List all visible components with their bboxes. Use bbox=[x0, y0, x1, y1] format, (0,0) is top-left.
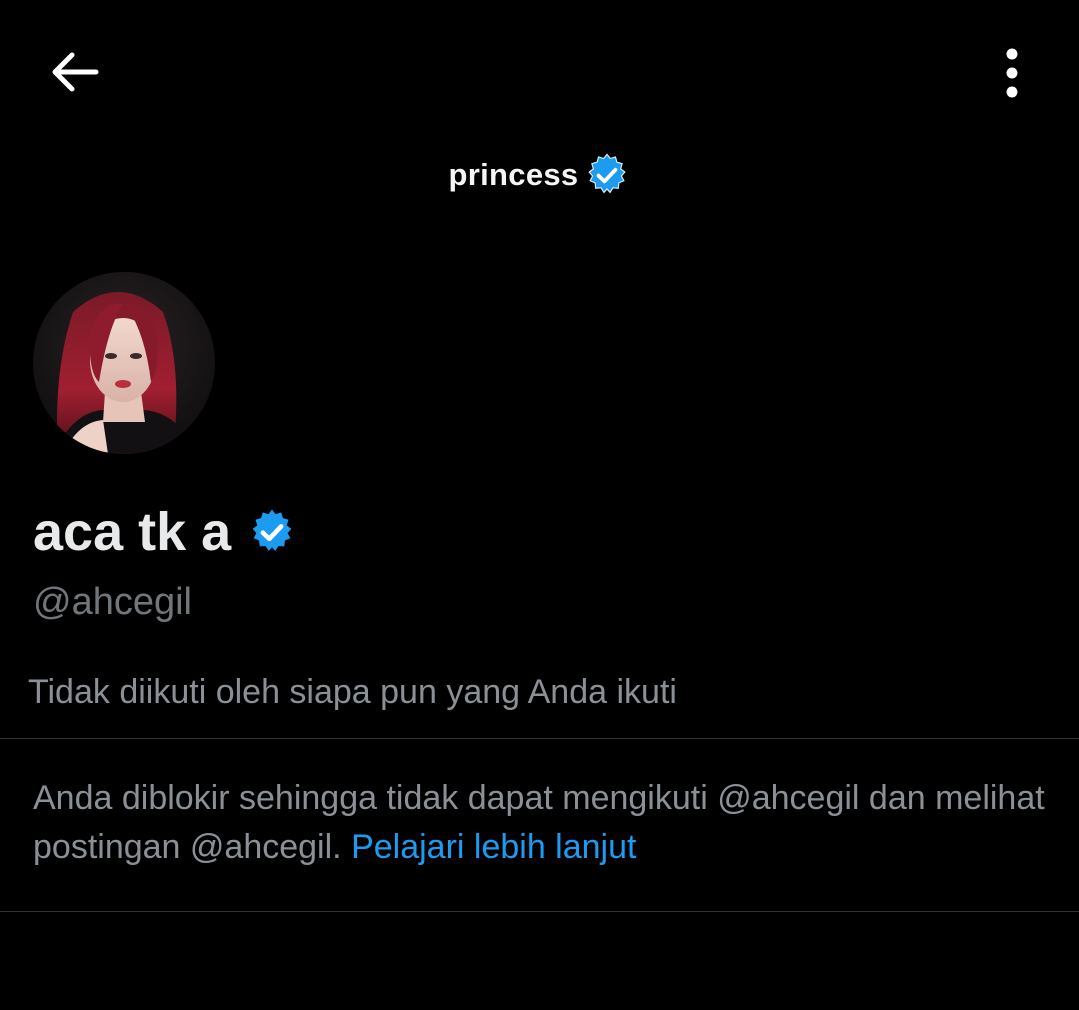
divider bbox=[0, 911, 1079, 912]
more-options-button[interactable] bbox=[984, 40, 1040, 104]
back-button[interactable] bbox=[44, 44, 104, 100]
more-vertical-icon bbox=[1006, 48, 1018, 98]
banner-title: princess bbox=[0, 152, 1079, 198]
verified-badge-icon[interactable] bbox=[247, 507, 297, 557]
display-name: aca tk a bbox=[33, 502, 232, 562]
banner-title-text: princess bbox=[448, 157, 579, 192]
arrow-left-icon bbox=[52, 52, 99, 92]
display-name-row: aca tk a bbox=[33, 500, 297, 564]
verified-badge-icon bbox=[588, 153, 627, 194]
divider bbox=[0, 738, 1079, 739]
avatar[interactable] bbox=[33, 272, 215, 454]
handle: @ahcegil bbox=[33, 581, 192, 623]
blocked-notice: Anda diblokir sehingga tidak dapat mengi… bbox=[33, 774, 1053, 872]
avatar-image bbox=[33, 272, 215, 454]
followed-by-text: Tidak diikuti oleh siapa pun yang Anda i… bbox=[28, 673, 677, 711]
learn-more-link[interactable]: Pelajari lebih lanjut bbox=[351, 828, 636, 866]
